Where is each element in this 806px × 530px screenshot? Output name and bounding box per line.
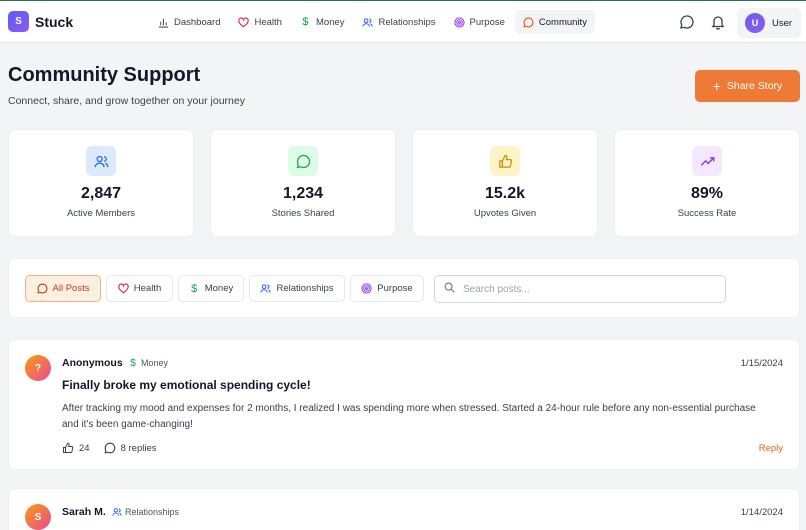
chip-label: Purpose xyxy=(377,283,413,294)
post-author: Sarah M. xyxy=(62,506,106,518)
main-nav: Dashboard Health $ Money Relationships P… xyxy=(150,10,597,34)
share-story-button[interactable]: + Share Story xyxy=(695,70,800,102)
post-tag-label: Relationships xyxy=(125,507,180,517)
stat-card-members: 2,847 Active Members xyxy=(8,129,194,237)
nav-label: Purpose xyxy=(469,16,505,28)
avatar: U xyxy=(745,13,765,33)
thumbs-up-icon xyxy=(490,146,520,176)
nav-item-dashboard[interactable]: Dashboard xyxy=(150,10,228,34)
stat-label: Stories Shared xyxy=(271,208,335,219)
chat-icon xyxy=(104,442,116,454)
bell-icon[interactable] xyxy=(710,14,726,30)
chip-label: Money xyxy=(204,283,234,294)
search-icon xyxy=(444,280,455,298)
trending-up-icon xyxy=(692,146,722,176)
stat-value: 1,234 xyxy=(282,185,324,202)
replies-count: 8 replies xyxy=(120,442,157,454)
search-box[interactable] xyxy=(434,275,726,303)
stat-card-stories: 1,234 Stories Shared xyxy=(210,129,396,237)
post-author: Anonymous xyxy=(62,357,123,369)
stat-label: Active Members xyxy=(66,208,136,219)
chip-label: Relationships xyxy=(276,283,334,294)
brand-name: Stuck xyxy=(35,13,74,30)
user-name: User xyxy=(772,17,793,29)
bar-chart-icon xyxy=(158,17,169,28)
post-date: 1/14/2024 xyxy=(740,507,783,518)
filter-chip-relationships[interactable]: Relationships xyxy=(249,275,345,302)
dollar-icon: $ xyxy=(302,16,309,28)
filter-chip-health[interactable]: Health xyxy=(106,275,173,302)
post-tag-label: Money xyxy=(141,358,169,368)
users-icon xyxy=(362,17,374,28)
users-icon xyxy=(112,507,122,517)
search-input[interactable] xyxy=(463,283,703,295)
filter-chip-all-posts[interactable]: All Posts xyxy=(25,275,101,302)
chat-icon xyxy=(36,283,48,294)
messages-icon[interactable] xyxy=(679,14,695,30)
stat-label: Upvotes Given xyxy=(473,208,537,219)
filter-bar: All Posts Health $ Money Relationships P… xyxy=(8,258,800,318)
chip-label: All Posts xyxy=(52,283,90,294)
nav-label: Community xyxy=(538,16,587,28)
nav-item-community[interactable]: Community xyxy=(514,10,595,34)
target-icon xyxy=(361,283,372,294)
nav-label: Relationships xyxy=(378,16,436,28)
nav-item-relationships[interactable]: Relationships xyxy=(354,10,443,34)
nav-item-money[interactable]: $ Money xyxy=(292,10,353,34)
post-title[interactable]: Finally broke my emotional spending cycl… xyxy=(62,378,311,392)
post-card: ? Anonymous $ Money 1/15/2024 Finally br… xyxy=(8,339,800,470)
dollar-icon: $ xyxy=(130,357,136,369)
stat-value: 15.2k xyxy=(484,185,526,202)
upvote-button[interactable]: 24 xyxy=(62,442,90,454)
nav-item-health[interactable]: Health xyxy=(230,10,289,34)
post-body: After tracking my mood and expenses for … xyxy=(62,403,756,430)
chip-label: Health xyxy=(133,283,162,294)
filter-chip-purpose[interactable]: Purpose xyxy=(350,275,424,302)
page-subtitle: Connect, share, and grow together on you… xyxy=(8,95,245,107)
replies-button[interactable]: 8 replies xyxy=(104,442,157,454)
post-tag: $ Money xyxy=(128,357,169,369)
nav-item-purpose[interactable]: Purpose xyxy=(446,10,513,34)
nav-label: Health xyxy=(254,16,282,28)
avatar: ? xyxy=(25,355,51,381)
upvote-count: 24 xyxy=(79,442,90,454)
post-card: S Sarah M. Relationships 1/14/2024 xyxy=(8,488,800,530)
thumbs-up-icon xyxy=(62,442,74,454)
avatar: S xyxy=(25,504,51,530)
users-icon xyxy=(86,146,116,176)
page-title: Community Support xyxy=(8,64,201,86)
brand[interactable]: S Stuck xyxy=(8,11,73,32)
stat-value: 2,847 xyxy=(80,185,122,202)
users-icon xyxy=(260,283,272,294)
stat-card-upvotes: 15.2k Upvotes Given xyxy=(412,129,598,237)
top-navigation-bar: S Stuck Dashboard Health $ Money Relatio… xyxy=(0,0,806,43)
heart-icon xyxy=(238,17,250,28)
chat-icon xyxy=(523,17,534,28)
brand-logo: S xyxy=(8,11,29,32)
post-date: 1/15/2024 xyxy=(740,358,783,369)
filter-chip-money[interactable]: $ Money xyxy=(178,275,244,302)
user-menu[interactable]: U User xyxy=(737,8,801,38)
stat-label: Success Rate xyxy=(677,208,737,219)
post-actions: 24 8 replies xyxy=(62,442,171,454)
plus-icon: + xyxy=(712,78,721,94)
dollar-icon: $ xyxy=(191,282,198,295)
reply-link[interactable]: Reply xyxy=(759,443,783,454)
target-icon xyxy=(453,16,465,28)
stat-card-success: 89% Success Rate xyxy=(614,129,800,237)
share-story-label: Share Story xyxy=(726,80,783,92)
post-tag: Relationships xyxy=(112,507,179,517)
chat-icon xyxy=(288,146,318,176)
heart-icon xyxy=(118,283,129,294)
nav-label: Dashboard xyxy=(174,16,221,28)
stat-value: 89% xyxy=(690,185,724,202)
nav-label: Money xyxy=(315,16,345,28)
